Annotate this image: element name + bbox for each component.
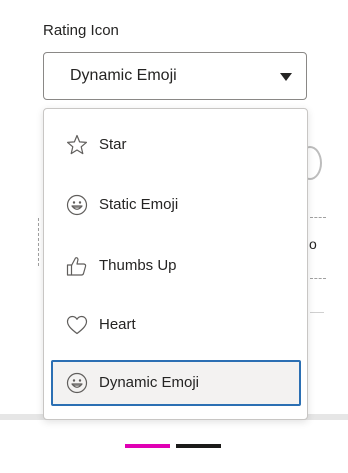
rating-icon-select[interactable]: Dynamic Emoji <box>43 52 307 100</box>
smiley-icon <box>65 371 89 395</box>
option-label: Thumbs Up <box>99 257 177 274</box>
option-static-emoji[interactable]: Static Emoji <box>51 182 301 228</box>
option-dynamic-emoji[interactable]: Dynamic Emoji <box>51 360 301 406</box>
rating-icon-label: Rating Icon <box>43 22 119 39</box>
option-heart[interactable]: Heart <box>51 302 301 348</box>
select-value: Dynamic Emoji <box>70 67 177 84</box>
page-indicator-active[interactable] <box>125 444 170 448</box>
star-icon <box>65 133 89 157</box>
caret-down-icon <box>280 73 292 81</box>
option-label: Star <box>99 136 127 153</box>
option-label: Heart <box>99 316 136 333</box>
background-divider <box>310 278 326 279</box>
smiley-icon <box>65 193 89 217</box>
background-partial-text: o <box>309 236 317 252</box>
option-thumbs-up[interactable]: Thumbs Up <box>51 243 301 289</box>
rating-icon-dropdown: Star Static Emoji Thumbs Up Heart Dynami… <box>43 108 308 420</box>
option-star[interactable]: Star <box>51 122 301 168</box>
thumbs-up-icon <box>65 254 89 278</box>
page-indicator[interactable] <box>176 444 221 448</box>
option-label: Static Emoji <box>99 196 179 213</box>
background-divider <box>38 218 39 266</box>
option-label: Dynamic Emoji <box>99 374 200 391</box>
background-divider <box>310 312 324 313</box>
heart-icon <box>65 313 89 337</box>
background-divider <box>310 217 326 218</box>
